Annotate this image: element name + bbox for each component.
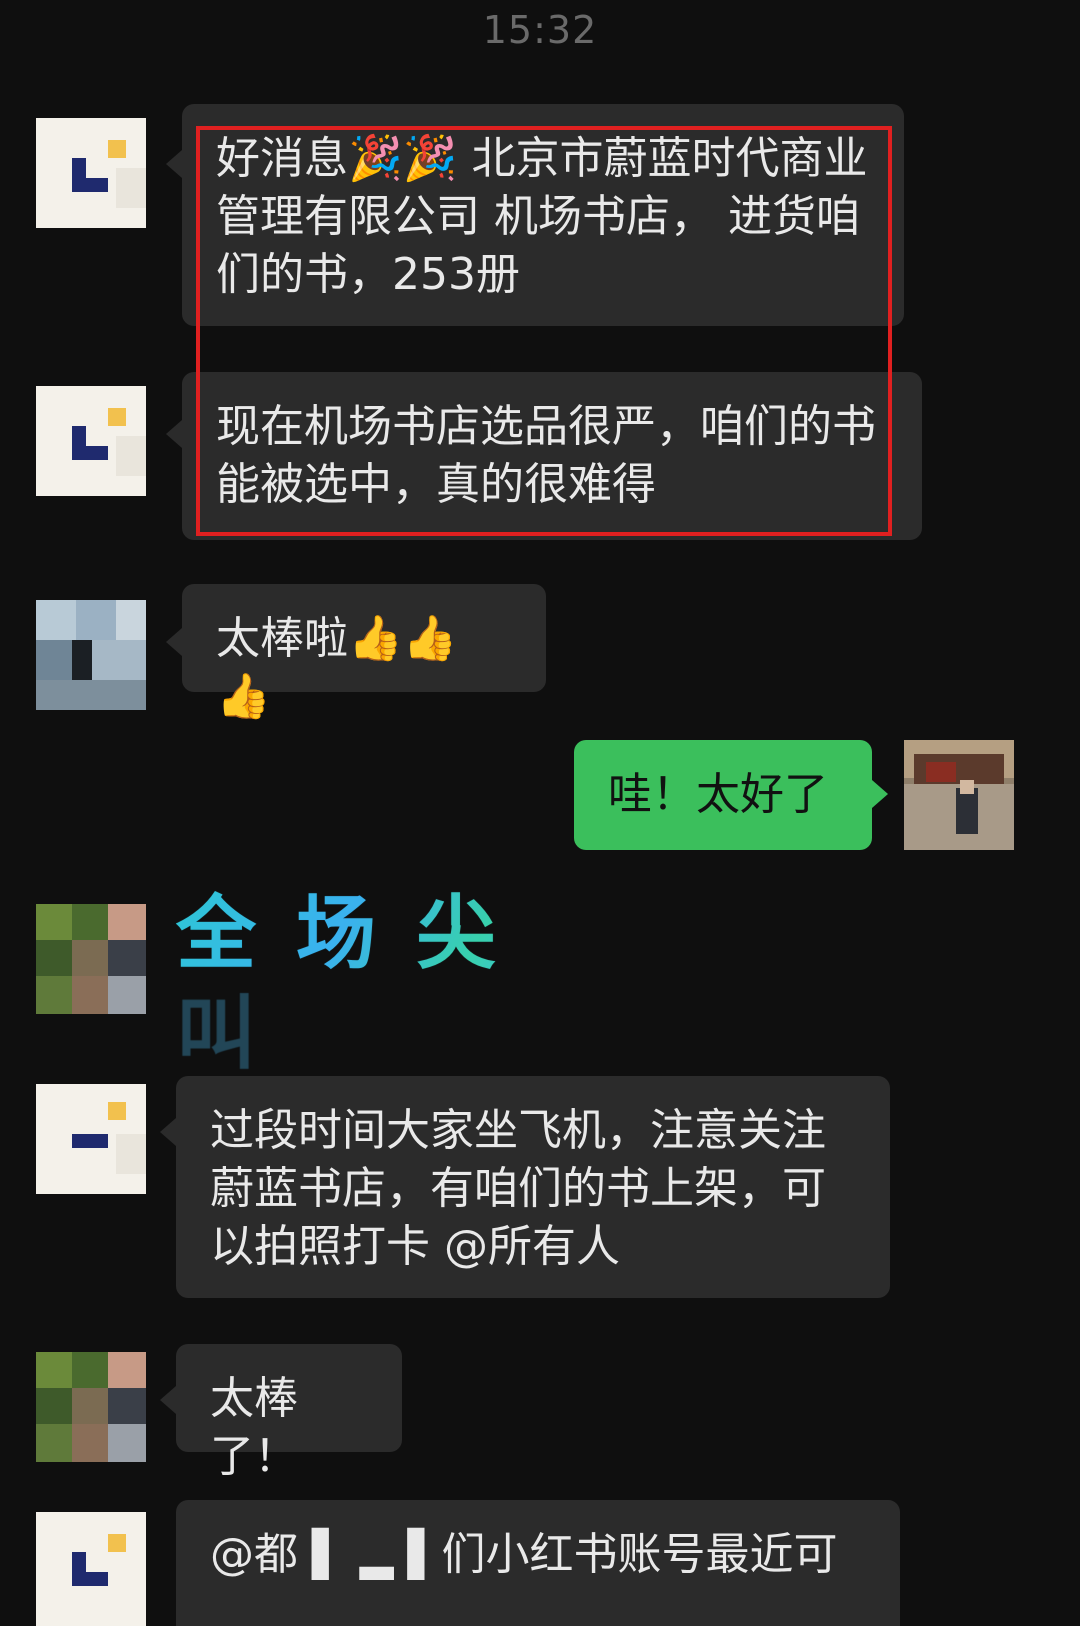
avatar-pixel (108, 1102, 126, 1120)
avatar-pixel (72, 640, 92, 680)
avatar-pixel (72, 178, 108, 192)
avatar-pixel (108, 940, 146, 976)
avatar-pixel (72, 1352, 108, 1388)
avatar-pixel (72, 1134, 108, 1148)
avatar-pixel (36, 904, 72, 940)
sticker-text[interactable]: 全场尖叫 (176, 884, 596, 1080)
message-text: @都 ▌ ▂ ▌们小红书账号最近可 (210, 1529, 838, 1580)
message-bubble[interactable]: @都 ▌ ▂ ▌们小红书账号最近可 (176, 1500, 900, 1626)
avatar-pixel (76, 600, 116, 640)
message-bubble[interactable]: 太棒啦👍👍👍 (182, 584, 546, 722)
bubble-tail (872, 780, 888, 808)
sender-avatar[interactable] (36, 600, 146, 710)
message-bubble[interactable]: 太棒了！ (176, 1344, 402, 1482)
avatar-pixel (36, 600, 76, 640)
avatar-pixel (116, 1134, 146, 1174)
self-avatar[interactable] (904, 740, 1014, 850)
sender-avatar[interactable] (36, 386, 146, 496)
avatar-pixel (36, 640, 72, 680)
avatar-pixel (72, 976, 108, 1014)
message-text: 太棒啦👍👍👍 (216, 613, 458, 722)
avatar-pixel (108, 140, 126, 158)
message-text: 太棒了！ (210, 1373, 298, 1482)
sender-avatar[interactable] (36, 1512, 146, 1626)
avatar-pixel (36, 1424, 72, 1462)
message-text: 哇！太好了 (608, 769, 828, 820)
avatar-pixel (108, 1388, 146, 1424)
avatar-pixel (36, 1512, 146, 1626)
avatar-pixel (92, 640, 146, 680)
avatar-pixel (116, 600, 146, 640)
avatar-pixel (72, 446, 108, 460)
sticker-label: 全场尖叫 (176, 887, 536, 1080)
bubble-tail (166, 628, 182, 656)
message-text: 过段时间大家坐飞机，注意关注蔚蓝书店，有咱们的书上架，可以拍照打卡 @所有人 (210, 1105, 826, 1272)
avatar-pixel (108, 1534, 126, 1552)
avatar-pixel (72, 1572, 108, 1586)
avatar-pixel (108, 1424, 146, 1462)
avatar-pixel (108, 408, 126, 426)
sender-avatar[interactable] (36, 1084, 146, 1194)
avatar-pixel (116, 168, 146, 208)
sender-avatar[interactable] (36, 1352, 146, 1462)
avatar-pixel (36, 976, 72, 1014)
avatar-pixel (36, 680, 146, 710)
avatar-pixel (72, 940, 108, 976)
avatar-pixel (960, 780, 974, 794)
highlight-box (196, 126, 892, 536)
avatar-pixel (72, 1388, 108, 1424)
avatar-pixel (36, 1352, 72, 1388)
avatar-pixel (926, 762, 956, 782)
bubble-tail (160, 1386, 176, 1414)
message-bubble[interactable]: 过段时间大家坐飞机，注意关注蔚蓝书店，有咱们的书上架，可以拍照打卡 @所有人 (176, 1076, 890, 1298)
avatar-pixel (108, 904, 146, 940)
avatar-pixel (956, 788, 978, 834)
message-timestamp: 15:32 (482, 8, 598, 52)
avatar-pixel (116, 436, 146, 476)
avatar-pixel (36, 1388, 72, 1424)
message-bubble-self[interactable]: 哇！太好了 (574, 740, 872, 850)
avatar-pixel (72, 1424, 108, 1462)
bubble-tail (166, 420, 182, 448)
bubble-tail (166, 150, 182, 178)
avatar-pixel (108, 1352, 146, 1388)
avatar-pixel (36, 940, 72, 976)
bubble-tail (160, 1118, 176, 1146)
sender-avatar[interactable] (36, 118, 146, 228)
sender-avatar[interactable] (36, 904, 146, 1014)
avatar-pixel (72, 904, 108, 940)
chat-screen: 15:32 好消息🎉🎉 北京市蔚蓝时代商业管理有限公司 机场书店， 进货咱们的书… (0, 0, 1080, 1626)
avatar-pixel (108, 976, 146, 1014)
